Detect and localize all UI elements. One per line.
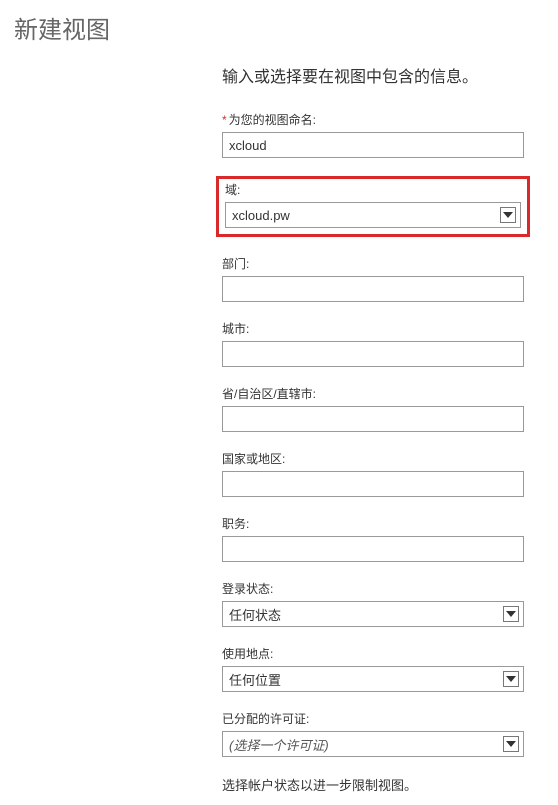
input-state[interactable]	[222, 406, 524, 432]
chevron-down-icon	[500, 207, 516, 223]
label-country: 国家或地区:	[222, 450, 524, 467]
input-jobtitle[interactable]	[222, 536, 524, 562]
label-view-name-text: 为您的视图命名:	[229, 113, 316, 127]
input-city[interactable]	[222, 341, 524, 367]
form-subtitle: 输入或选择要在视图中包含的信息。	[222, 63, 558, 87]
page-title: 新建视图	[14, 10, 558, 45]
select-signin-value: 任何状态	[229, 605, 281, 624]
required-asterisk: *	[222, 113, 227, 127]
field-usage-location: 使用地点: 任何位置	[222, 645, 524, 692]
input-view-name[interactable]	[222, 132, 524, 158]
chevron-down-icon	[503, 671, 519, 687]
input-country[interactable]	[222, 471, 524, 497]
select-assigned-license[interactable]: (选择一个许可证)	[222, 731, 524, 757]
select-usage-location[interactable]: 任何位置	[222, 666, 524, 692]
field-country: 国家或地区:	[222, 450, 524, 497]
select-signin-status[interactable]: 任何状态	[222, 601, 524, 627]
field-domain: 域: xcloud.pw	[216, 176, 530, 237]
chevron-down-icon	[503, 606, 519, 622]
label-city: 城市:	[222, 320, 524, 337]
label-jobtitle: 职务:	[222, 515, 524, 532]
field-signin-status: 登录状态: 任何状态	[222, 580, 524, 627]
field-assigned-license: 已分配的许可证: (选择一个许可证)	[222, 710, 524, 757]
field-jobtitle: 职务:	[222, 515, 524, 562]
select-assigned-license-value: (选择一个许可证)	[229, 735, 329, 754]
select-domain[interactable]: xcloud.pw	[225, 202, 521, 228]
label-department: 部门:	[222, 255, 524, 272]
label-assigned-license: 已分配的许可证:	[222, 710, 524, 727]
filter-note: 选择帐户状态以进一步限制视图。	[222, 775, 558, 794]
label-usage-location: 使用地点:	[222, 645, 524, 662]
field-view-name: *为您的视图命名:	[222, 111, 524, 158]
label-view-name: *为您的视图命名:	[222, 111, 524, 128]
label-state: 省/自治区/直辖市:	[222, 385, 524, 402]
field-city: 城市:	[222, 320, 524, 367]
select-usage-location-value: 任何位置	[229, 670, 281, 689]
label-domain: 域:	[225, 181, 521, 198]
label-signin-status: 登录状态:	[222, 580, 524, 597]
chevron-down-icon	[503, 736, 519, 752]
field-department: 部门:	[222, 255, 524, 302]
field-state: 省/自治区/直辖市:	[222, 385, 524, 432]
form-content: 输入或选择要在视图中包含的信息。 *为您的视图命名: 域: xcloud.pw …	[222, 63, 558, 805]
input-department[interactable]	[222, 276, 524, 302]
select-domain-value: xcloud.pw	[232, 208, 290, 223]
